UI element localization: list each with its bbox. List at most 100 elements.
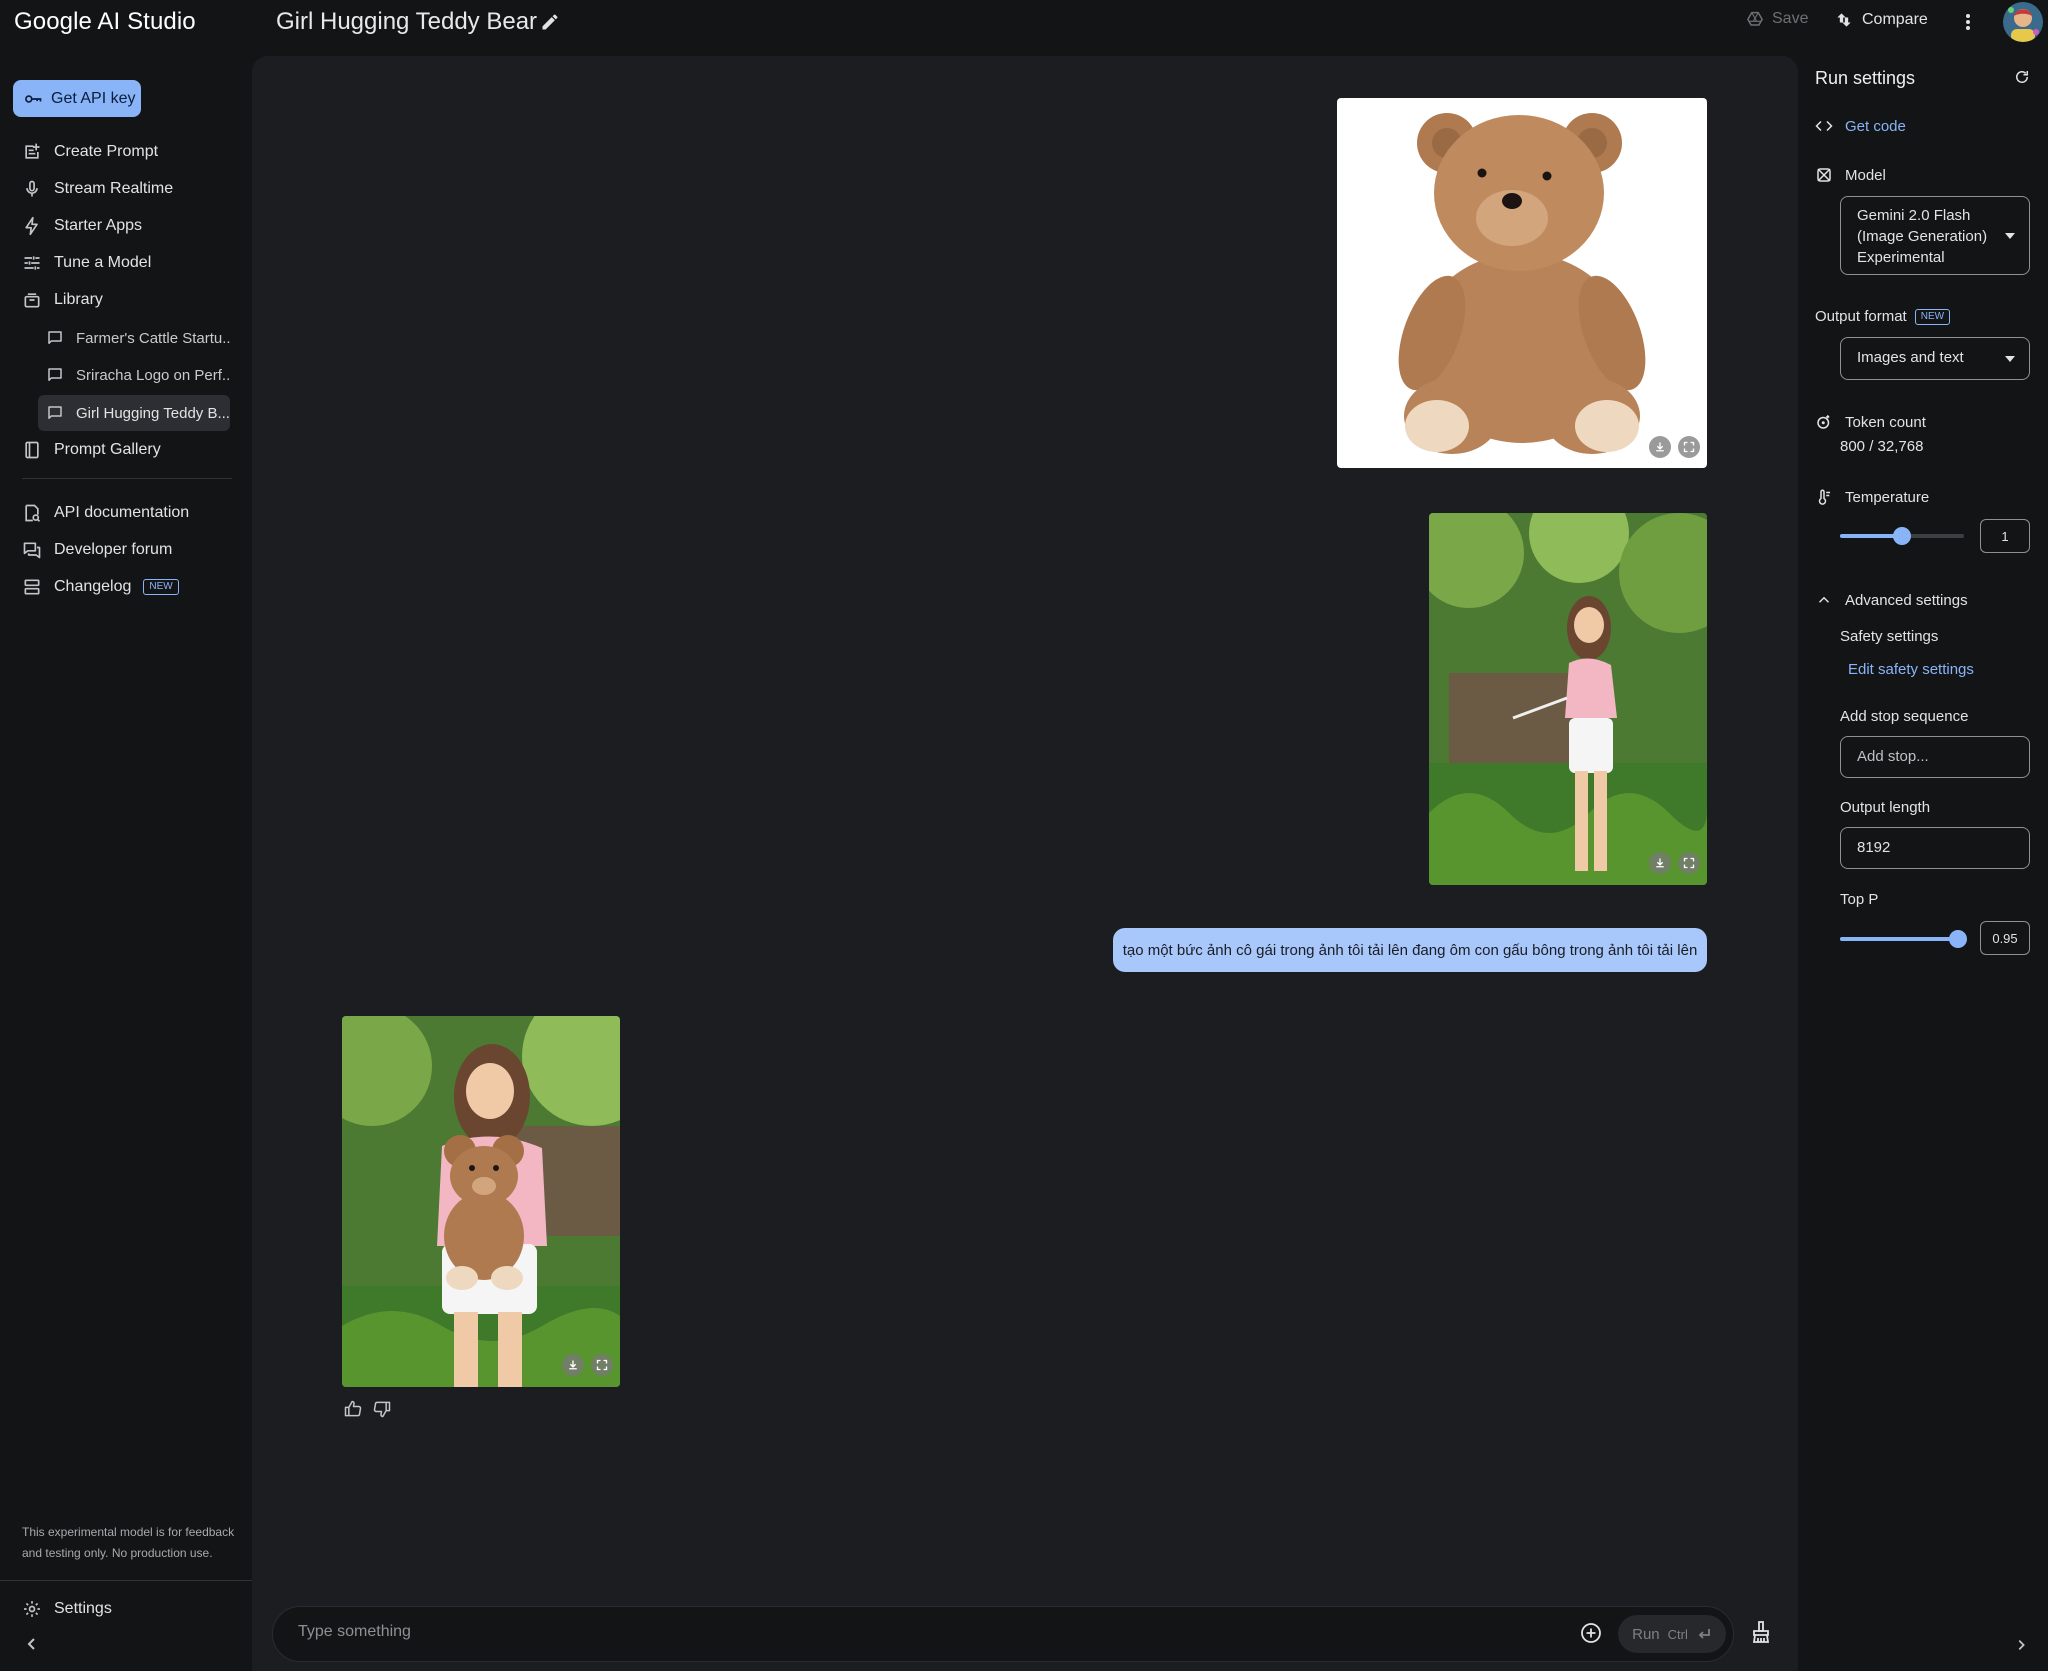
top-p-slider[interactable]: [1840, 930, 1967, 948]
model-label: Model: [1815, 166, 1886, 184]
stop-sequence-label: Add stop sequence: [1840, 708, 1969, 725]
sidebar-item-settings[interactable]: Settings: [22, 1594, 112, 1624]
more-vert-icon[interactable]: [1958, 10, 1978, 34]
run-shortcut: Ctrl: [1667, 1626, 1688, 1642]
library-item-girl-hugging-teddy[interactable]: Girl Hugging Teddy B...: [38, 395, 230, 431]
compare-button[interactable]: Compare: [1834, 10, 1928, 30]
prompt-input-container: [272, 1606, 1734, 1662]
uploaded-girl-image[interactable]: [1429, 513, 1707, 885]
library-item-label: Sriracha Logo on Perf...: [76, 366, 230, 384]
stop-sequence-input[interactable]: Add stop...: [1840, 736, 2030, 778]
sidebar-item-label: Library: [54, 291, 103, 308]
sidebar-item-changelog[interactable]: Changelog NEW: [22, 572, 179, 602]
sidebar-item-label: Stream Realtime: [54, 180, 174, 197]
library-item-sriracha-logo[interactable]: Sriracha Logo on Perf...: [38, 357, 230, 393]
prompt-gallery-icon: [25, 441, 39, 459]
advanced-settings-toggle[interactable]: Advanced settings: [1815, 591, 1968, 609]
model-select[interactable]: Gemini 2.0 Flash (Image Generation) Expe…: [1840, 196, 2030, 275]
sidebar-item-label: Starter Apps: [54, 217, 143, 234]
safety-settings-label: Safety settings: [1840, 628, 1939, 645]
model-value-line: Experimental: [1857, 249, 1945, 266]
reset-settings-icon[interactable]: [2013, 68, 2031, 86]
collapse-sidebar-icon[interactable]: [24, 1636, 40, 1652]
chevron-up-icon: [1818, 596, 1830, 603]
top-p-slider-thumb[interactable]: [1948, 930, 1967, 948]
chat-icon: [48, 331, 62, 344]
fullscreen-icon[interactable]: [591, 1354, 613, 1376]
sidebar-item-stream-realtime[interactable]: Stream Realtime: [22, 174, 173, 204]
edit-title-icon[interactable]: [540, 12, 560, 32]
chat-icon: [48, 406, 62, 419]
uploaded-teddy-bear-image[interactable]: [1337, 98, 1707, 468]
prompt-input[interactable]: Type something: [298, 1623, 411, 1641]
download-icon[interactable]: [1649, 436, 1671, 458]
api-docs-icon: [25, 504, 41, 522]
sidebar-item-prompt-gallery[interactable]: Prompt Gallery: [22, 435, 161, 465]
code-icon: [1815, 120, 1833, 132]
sidebar-item-label: Developer forum: [54, 541, 173, 558]
fullscreen-icon[interactable]: [1678, 852, 1700, 874]
top-p-value-input[interactable]: 0.95: [1980, 921, 2030, 955]
experimental-disclaimer: This experimental model is for feedback …: [22, 1525, 235, 1560]
clear-chat-broom-icon[interactable]: [1749, 1620, 1773, 1644]
edit-safety-settings-link[interactable]: Edit safety settings: [1848, 661, 1974, 678]
get-api-key-button[interactable]: Get API key: [13, 80, 141, 117]
sidebar-item-developer-forum[interactable]: Developer forum: [22, 535, 172, 565]
save-label: Save: [1772, 10, 1809, 27]
girl-hugging-teddy-illustration: [342, 1016, 620, 1387]
temperature-slider-thumb[interactable]: [1893, 527, 1911, 545]
download-icon[interactable]: [562, 1354, 584, 1376]
tune-icon: [24, 256, 40, 270]
teddy-bear-illustration: [1398, 113, 1646, 454]
library-item-farmers-cattle[interactable]: Farmer's Cattle Startu...: [38, 320, 230, 356]
compare-label: Compare: [1862, 11, 1928, 28]
model-value-line: Gemini 2.0 Flash: [1857, 207, 1971, 224]
expand-panel-chevron-icon[interactable]: [2014, 1638, 2028, 1652]
gear-icon: [24, 1601, 40, 1617]
new-badge: NEW: [1914, 308, 1951, 325]
temperature-label: Temperature: [1815, 488, 1929, 506]
sidebar-footer-divider: [0, 1580, 252, 1581]
create-prompt-icon: [25, 143, 40, 159]
save-drive-icon: [1747, 11, 1763, 26]
temperature-value-input[interactable]: 1: [1980, 519, 2030, 553]
thumbs-up-icon[interactable]: [343, 1399, 363, 1419]
girl-in-garden-illustration: [1429, 513, 1707, 885]
download-icon[interactable]: [1649, 852, 1671, 874]
sidebar-item-api-documentation[interactable]: API documentation: [22, 498, 189, 528]
sidebar-item-tune-model[interactable]: Tune a Model: [22, 248, 151, 278]
save-button[interactable]: Save: [1746, 10, 1808, 28]
generated-image[interactable]: [342, 1016, 620, 1387]
model-icon: [1817, 168, 1831, 182]
sidebar-item-label: API documentation: [54, 504, 190, 521]
sidebar-item-label: Tune a Model: [54, 254, 152, 271]
sidebar-item-label: Changelog: [54, 578, 132, 595]
output-format-value: Images and text: [1857, 349, 1964, 366]
fullscreen-icon[interactable]: [1678, 436, 1700, 458]
advanced-settings-label: Advanced settings: [1845, 591, 1968, 609]
run-button[interactable]: Run Ctrl: [1618, 1615, 1726, 1653]
avatar[interactable]: [2003, 2, 2043, 42]
sidebar-item-create-prompt[interactable]: Create Prompt: [22, 137, 158, 167]
library-item-label: Farmer's Cattle Startu...: [76, 329, 230, 347]
sidebar-item-label: Settings: [54, 1600, 112, 1617]
thumbs-down-icon[interactable]: [372, 1399, 392, 1419]
output-format-select[interactable]: Images and text: [1840, 337, 2030, 380]
app-brand[interactable]: Google AI Studio: [14, 8, 196, 36]
chevron-down-icon: [2005, 356, 2015, 362]
bolt-icon: [25, 216, 38, 236]
token-count-label: Token count: [1815, 413, 1926, 431]
sidebar-item-starter-apps[interactable]: Starter Apps: [22, 211, 142, 241]
chat-icon: [48, 368, 62, 381]
add-media-icon[interactable]: [1579, 1621, 1603, 1645]
library-icon: [24, 293, 40, 308]
top-p-slider-fill: [1840, 937, 1958, 941]
enter-key-icon: [1698, 1629, 1710, 1639]
temperature-label-text: Temperature: [1845, 488, 1930, 506]
temperature-slider[interactable]: [1840, 527, 1964, 545]
sidebar-item-library[interactable]: Library: [22, 285, 103, 315]
output-length-input[interactable]: 8192: [1840, 827, 2030, 869]
key-icon: [25, 94, 42, 103]
chevron-down-icon: [2005, 233, 2015, 239]
get-code-link[interactable]: Get code: [1815, 117, 1906, 135]
